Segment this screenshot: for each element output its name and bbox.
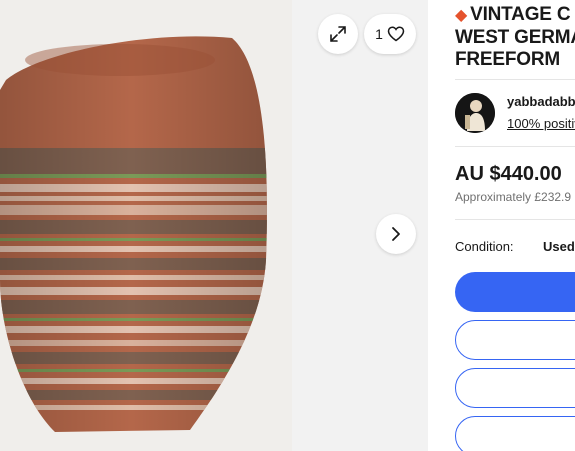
condition-value[interactable]: Used	[543, 239, 575, 254]
title-line-1: VINTAGE C	[470, 4, 571, 25]
add-to-watchlist-button[interactable]	[455, 416, 575, 451]
expand-button[interactable]	[318, 14, 358, 54]
divider	[455, 219, 575, 220]
condition-label: Condition:	[455, 239, 514, 254]
expand-icon	[330, 26, 346, 42]
divider	[455, 79, 575, 80]
seller-name[interactable]: yabbadabba	[507, 94, 575, 109]
product-photo[interactable]	[0, 0, 292, 451]
listing-price: AU $440.00	[455, 163, 562, 185]
title-line: ◆ VINTAGE C	[455, 4, 575, 27]
divider	[455, 146, 575, 147]
next-image-button[interactable]	[376, 214, 416, 254]
chevron-right-icon	[392, 227, 400, 241]
seller-avatar[interactable]	[455, 93, 495, 133]
vase-image	[0, 0, 292, 451]
buy-it-now-button[interactable]	[455, 272, 575, 312]
listing-panel: ◆ VINTAGE C WEST GERMA FREEFORM yabbadabb…	[428, 0, 575, 451]
seller-feedback-link[interactable]: 100% positiv	[507, 116, 575, 131]
title-line-3: FREEFORM	[455, 49, 561, 70]
make-offer-button[interactable]	[455, 368, 575, 408]
badge-diamond-icon: ◆	[455, 7, 468, 24]
watch-button[interactable]: 1	[364, 14, 416, 54]
listing-title: ◆ VINTAGE C WEST GERMA FREEFORM	[455, 4, 575, 71]
title-line-2: WEST GERMA	[455, 27, 575, 48]
watch-count: 1	[375, 26, 383, 42]
avatar-image	[455, 93, 495, 133]
image-gallery: 1	[0, 0, 428, 451]
approximate-price: Approximately £232.9	[455, 190, 572, 204]
heart-icon	[387, 26, 405, 42]
add-to-cart-button[interactable]	[455, 320, 575, 360]
